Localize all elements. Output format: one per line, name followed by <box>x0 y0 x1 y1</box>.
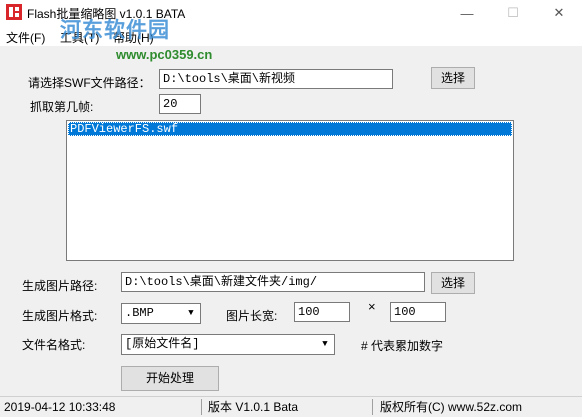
maximize-icon: ☐ <box>507 5 519 20</box>
swf-file-list[interactable]: PDFViewerFS.swf <box>66 120 514 261</box>
maximize-button[interactable]: ☐ <box>490 0 536 26</box>
status-separator <box>372 399 373 415</box>
start-button[interactable]: 开始处理 <box>121 366 219 391</box>
size-label: 图片长宽: <box>226 309 278 323</box>
format-value: .BMP <box>125 306 154 320</box>
minimize-icon: — <box>460 5 474 21</box>
frame-input[interactable]: 20 <box>159 94 201 114</box>
times-sign: × <box>368 299 376 314</box>
height-input[interactable]: 100 <box>390 302 446 322</box>
output-path-input[interactable]: D:\tools\桌面\新建文件夹/img/ <box>121 272 425 292</box>
width-input[interactable]: 100 <box>294 302 350 322</box>
status-version: 版本 V1.0.1 Bata <box>208 400 299 414</box>
format-select[interactable]: .BMP ▼ <box>121 303 201 324</box>
status-datetime: 2019-04-12 10:33:48 <box>4 400 116 414</box>
status-separator <box>201 399 202 415</box>
status-copyright: 版权所有(C) www.52z.com <box>380 400 523 414</box>
format-label: 生成图片格式: <box>22 309 98 323</box>
swf-path-input[interactable]: D:\tools\桌面\新视频 <box>159 69 393 89</box>
hint-text: # 代表累加数字 <box>361 339 444 353</box>
chevron-down-icon: ▼ <box>188 308 194 318</box>
minimize-button[interactable]: — <box>444 0 490 26</box>
select-output-button[interactable]: 选择 <box>431 272 475 294</box>
app-window: Flash批量缩略图 v1.0.1 BATA — ☐ ✕ 文件(F) 工具(T)… <box>0 0 582 417</box>
chevron-down-icon: ▼ <box>322 339 328 349</box>
watermark-url: www.pc0359.cn <box>116 47 213 62</box>
filename-format-label: 文件名格式: <box>22 338 86 352</box>
list-item[interactable]: PDFViewerFS.swf <box>68 122 512 136</box>
menu-file[interactable]: 文件(F) <box>6 29 45 46</box>
output-path-label: 生成图片路径: <box>22 279 98 293</box>
close-button[interactable]: ✕ <box>536 0 582 26</box>
swf-path-label: 请选择SWF文件路径： <box>28 76 151 90</box>
watermark-name: 河东软件园 <box>60 18 170 42</box>
app-logo-icon <box>6 4 22 20</box>
frame-label: 抓取第几帧: <box>30 100 94 114</box>
filename-format-select[interactable]: [原始文件名] ▼ <box>121 334 335 355</box>
select-swf-button[interactable]: 选择 <box>431 67 475 89</box>
close-icon: ✕ <box>553 5 565 20</box>
status-bar: 2019-04-12 10:33:48 版本 V1.0.1 Bata 版权所有(… <box>0 396 582 417</box>
filename-format-value: [原始文件名] <box>125 337 200 351</box>
